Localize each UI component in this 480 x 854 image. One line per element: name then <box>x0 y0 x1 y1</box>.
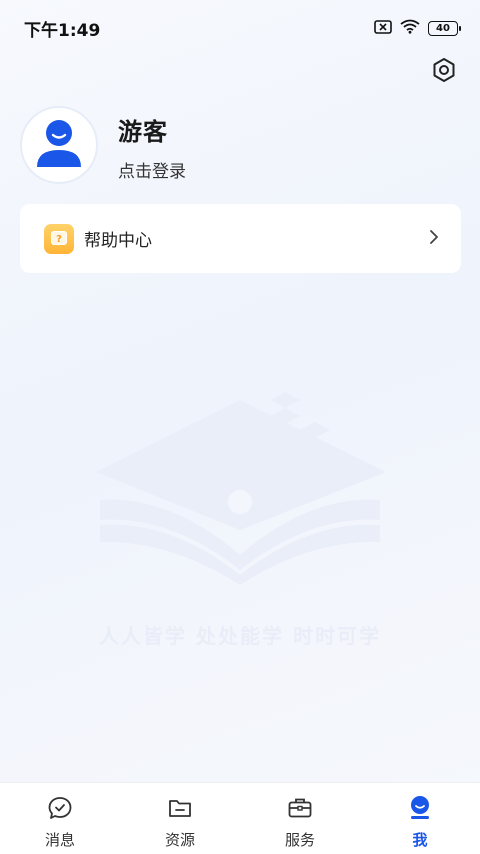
username: 游客 <box>118 118 168 146</box>
help-center-label: 帮助中心 <box>84 231 152 251</box>
tab-messages[interactable]: 消息 <box>0 783 120 854</box>
tab-me[interactable]: 我 <box>360 783 480 854</box>
tab-label: 我 <box>412 831 428 849</box>
battery-icon: 40 <box>428 20 461 36</box>
tab-label: 消息 <box>44 831 75 849</box>
help-center-item[interactable]: ? 帮助中心 <box>20 204 461 273</box>
settings-button[interactable] <box>430 58 458 86</box>
tab-services[interactable]: 服务 <box>240 783 360 854</box>
login-link[interactable]: 点击登录 <box>118 157 186 182</box>
briefcase-icon <box>287 795 313 825</box>
user-icon <box>407 795 433 825</box>
wifi-icon <box>400 19 420 38</box>
watermark-slogan: 人人皆学 处处能学 时时可学 <box>99 624 381 648</box>
tab-label: 服务 <box>284 831 315 849</box>
tab-resources[interactable]: 资源 <box>120 783 240 854</box>
no-sim-icon <box>374 19 392 38</box>
user-avatar-icon <box>34 117 84 173</box>
help-question-icon: ? <box>44 223 74 254</box>
folder-icon <box>167 795 193 825</box>
svg-text:?: ? <box>56 234 62 245</box>
chat-check-icon <box>47 795 73 825</box>
status-icons: 40 <box>374 19 461 38</box>
avatar[interactable] <box>20 106 98 184</box>
profile-section: 游客 点击登录 <box>20 106 186 184</box>
status-bar: 下午1:49 40 <box>0 0 480 56</box>
tab-label: 资源 <box>164 831 195 849</box>
status-time: 下午1:49 <box>24 20 101 41</box>
gear-icon <box>431 57 457 87</box>
profile-text: 游客 点击登录 <box>118 112 186 182</box>
chevron-right-icon <box>429 229 439 249</box>
bottom-tab-bar: 消息 资源 服务 我 <box>0 782 480 854</box>
